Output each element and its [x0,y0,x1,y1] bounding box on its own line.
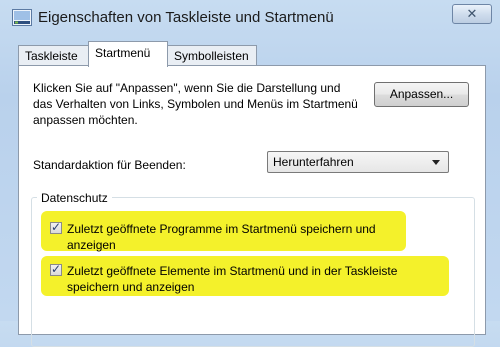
title-bar: Eigenschaften von Taskleiste und Startme… [0,0,500,38]
checkmark-icon: ✓ [51,220,62,234]
intro-text: Klicken Sie auf "Anpassen", wenn Sie die… [33,81,358,127]
privacy-legend: Datenschutz [37,191,112,205]
chevron-down-icon [432,160,440,165]
shutdown-action-select[interactable]: Herunterfahren [267,151,449,173]
recent-programs-label: Zuletzt geöffnete Programme im Startmenü… [67,222,376,252]
window-title: Eigenschaften von Taskleiste und Startme… [38,9,334,26]
recent-programs-checkbox[interactable]: ✓ [50,220,62,234]
tab-symbolleisten[interactable]: Symbolleisten [167,45,257,66]
customize-button[interactable]: Anpassen... [374,82,469,107]
close-icon: ✕ [466,6,478,21]
tab-taskleiste[interactable]: Taskleiste [18,45,89,66]
recent-items-checkbox[interactable]: ✓ [50,262,62,276]
taskbar-properties-icon [12,9,32,26]
shutdown-action-label: Standardaktion für Beenden: [33,158,186,172]
tab-startmenue[interactable]: Startmenü [88,41,168,67]
checkmark-icon: ✓ [51,262,62,276]
close-button[interactable]: ✕ [452,4,492,24]
recent-items-label: Zuletzt geöffnete Elemente im Startmenü … [67,264,398,294]
shutdown-action-value: Herunterfahren [273,155,354,169]
startmenu-panel: Klicken Sie auf "Anpassen", wenn Sie die… [18,65,486,347]
